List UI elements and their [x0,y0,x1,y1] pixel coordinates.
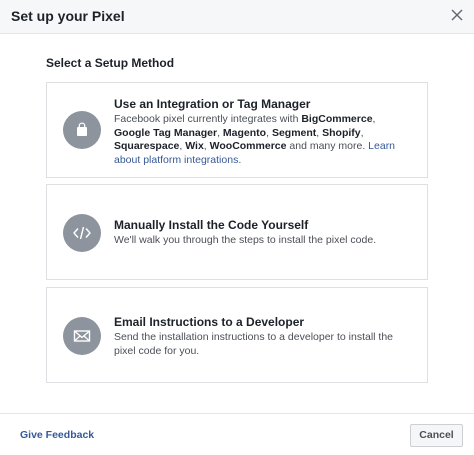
desc-text: and many more. [286,140,369,152]
option-description: Facebook pixel currently integrates with… [114,113,414,167]
option-title: Use an Integration or Tag Manager [114,97,311,111]
shopping-bag-icon [63,111,101,149]
option-integration[interactable]: Use an Integration or Tag Manager Facebo… [46,82,428,178]
section-title: Select a Setup Method [46,56,175,70]
dialog-header: Set up your Pixel [0,0,474,34]
platform-name: WooCommerce [209,140,287,152]
option-text: Use an Integration or Tag Manager Facebo… [114,97,414,167]
desc-text: , [360,126,364,139]
close-icon[interactable] [450,8,464,22]
dialog-title: Set up your Pixel [11,8,125,24]
option-description: Send the installation instructions to a … [114,331,394,357]
desc-text: , [372,113,376,125]
cancel-button[interactable]: Cancel [410,424,463,447]
platform-name: Magento [222,126,267,139]
platform-name: Wix [185,140,204,152]
option-text: Manually Install the Code Yourself We'll… [114,218,414,248]
platform-name: Segment [271,126,317,139]
option-title: Manually Install the Code Yourself [114,218,309,232]
dialog-footer: Give Feedback Cancel [0,413,474,455]
platform-name: Google Tag Manager [114,126,218,139]
desc-text: . [238,153,242,166]
option-manual-install[interactable]: Manually Install the Code Yourself We'll… [46,184,428,280]
option-text: Email Instructions to a Developer Send t… [114,315,414,358]
platform-name: BigCommerce [301,113,373,125]
give-feedback-link[interactable]: Give Feedback [20,429,94,441]
setup-pixel-dialog: Set up your Pixel Select a Setup Method … [0,0,474,455]
option-email-developer[interactable]: Email Instructions to a Developer Send t… [46,287,428,383]
option-title: Email Instructions to a Developer [114,315,305,329]
desc-text: Facebook pixel currently integrates with [114,113,302,125]
platform-name: Shopify [322,126,361,139]
code-icon [63,214,101,252]
platform-name: Squarespace [114,140,180,152]
option-description: We'll walk you through the steps to inst… [114,234,377,246]
envelope-icon [63,317,101,355]
